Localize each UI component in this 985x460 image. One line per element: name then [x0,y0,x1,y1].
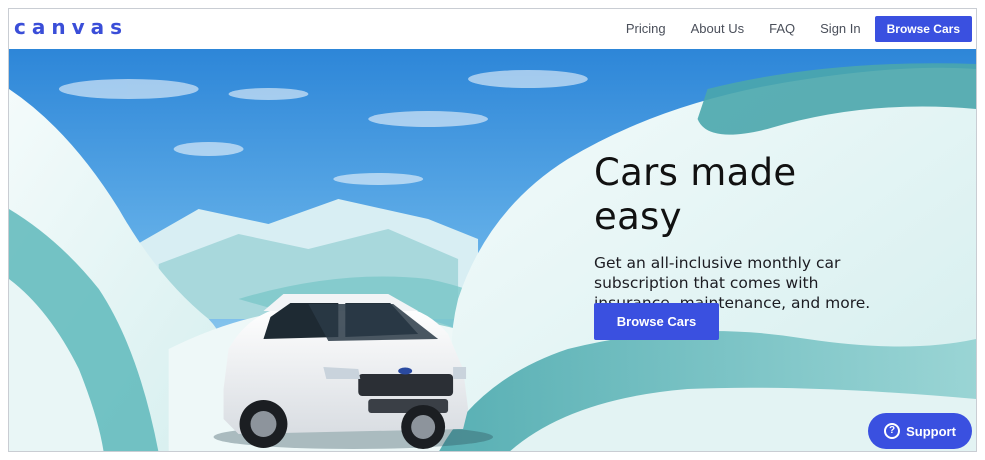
nav-link-sign-in[interactable]: Sign In [820,16,860,42]
support-button[interactable]: ? Support [868,413,972,449]
nav-link-pricing[interactable]: Pricing [626,16,666,42]
header-browse-cars-button[interactable]: Browse Cars [874,16,972,42]
nav-link-about-us[interactable]: About Us [691,16,744,42]
hero-browse-cars-button[interactable]: Browse Cars [594,303,719,340]
hero-text-block: Cars made easy Get an all-inclusive mont… [594,151,884,313]
hero-section: Cars made easy Get an all-inclusive mont… [9,49,976,451]
canvas-logo[interactable]: canvas [14,15,128,39]
nav-link-faq[interactable]: FAQ [769,16,795,42]
support-label: Support [906,423,956,439]
question-circle-icon: ? [884,423,901,439]
browser-page: canvas Pricing About Us FAQ Sign In Brow… [8,8,977,452]
main-nav: Pricing About Us FAQ Sign In Browse Cars [626,16,972,42]
site-header: canvas Pricing About Us FAQ Sign In Brow… [9,9,976,49]
hero-title: Cars made easy [594,151,797,238]
